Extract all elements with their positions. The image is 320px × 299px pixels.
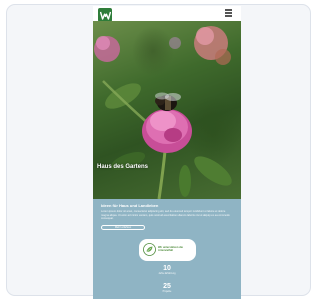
hero-image: Haus des Gartens: [93, 21, 241, 199]
hamburger-menu-icon[interactable]: [225, 9, 234, 17]
hero-caption: Haus des Gartens: [97, 164, 149, 170]
stat-number: 25: [163, 283, 171, 290]
clover-flower-with-bee-photo: [94, 26, 232, 199]
info-body-text: Lorem ipsum dolor sit amet, consectetur …: [101, 210, 230, 221]
stat-item: 25 Projekte: [93, 283, 241, 293]
stat-label: Jahre Erfahrung: [158, 272, 176, 275]
stat-item: 10 Jahre Erfahrung: [93, 265, 241, 275]
info-title: Ideen für Haus und Landleben: [101, 203, 159, 208]
w-logo-icon[interactable]: [98, 8, 112, 22]
stat-label: Projekte: [162, 290, 172, 293]
leaf-seal-icon: [143, 243, 156, 256]
more-info-button[interactable]: Mehr erfahren: [101, 225, 145, 230]
biodiversity-badge[interactable]: Wir unterstützen die Artenvielfalt: [139, 239, 196, 261]
stat-number: 10: [163, 265, 171, 272]
info-section: Ideen für Haus und Landleben Lorem ipsum…: [93, 199, 241, 299]
w-logo-glyph-icon: [99, 11, 111, 20]
mobile-site-preview: Haus des Gartens Ideen für Haus und Land…: [93, 6, 241, 299]
badge-text: Wir unterstützen die Artenvielfalt: [158, 246, 183, 253]
